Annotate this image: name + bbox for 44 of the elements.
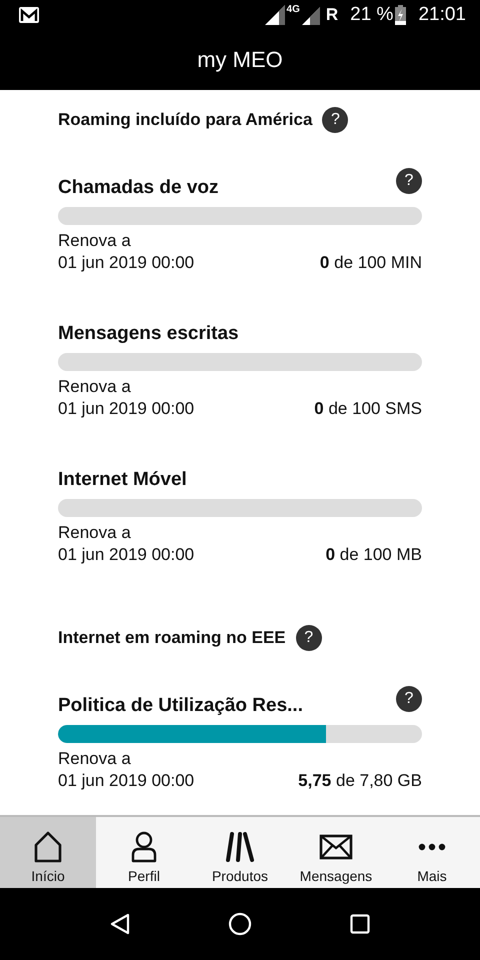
slanted-bars-icon (225, 832, 255, 862)
section-heading: Roaming incluído para América (58, 110, 312, 130)
nav-tab[interactable]: Início (0, 817, 96, 888)
help-button[interactable]: ? (296, 625, 322, 651)
renew-label: Renova a (58, 376, 132, 398)
plan-title: Politica de Utilização Res... (58, 695, 303, 717)
nav-tab[interactable]: Mensagens (288, 817, 384, 888)
app-title: my MEO (197, 47, 283, 73)
renew-date: 01 jun 2019 00:00 (58, 770, 194, 792)
nav-tab[interactable]: Perfil (96, 817, 192, 888)
renew-label: Renova a (58, 522, 132, 544)
help-button[interactable]: ? (396, 686, 422, 712)
renew-label: Renova a (58, 748, 132, 770)
mail-notification-icon (18, 6, 40, 24)
house-icon (34, 831, 62, 863)
person-icon (130, 831, 158, 863)
nav-tab[interactable]: Produtos (192, 817, 288, 888)
usage-amount: 0 de 100 MB (326, 544, 422, 566)
usage-amount: 5,75 de 7,80 GB (298, 770, 422, 792)
signal-icon (264, 5, 285, 25)
section-heading: Internet em roaming no EEE (58, 628, 286, 648)
battery-charging-icon (395, 5, 406, 25)
renew-label: Renova a (58, 230, 132, 252)
plan-title: Mensagens escritas (58, 323, 239, 345)
renew-date: 01 jun 2019 00:00 (58, 252, 194, 274)
envelope-icon (319, 834, 353, 860)
more-icon (418, 843, 446, 851)
signal-icon (302, 5, 320, 25)
usage-amount: 0 de 100 MIN (320, 252, 422, 274)
clock-time: 21:01 (418, 4, 466, 26)
plan-title: Chamadas de voz (58, 177, 218, 199)
battery-percent: 21 % (350, 4, 394, 26)
roaming-indicator: R (326, 5, 338, 25)
nav-tab[interactable]: Mais (384, 817, 480, 888)
help-button[interactable]: ? (396, 168, 422, 194)
renew-date: 01 jun 2019 00:00 (58, 544, 194, 566)
help-button[interactable]: ? (322, 107, 348, 133)
home-icon[interactable] (228, 912, 252, 936)
usage-amount: 0 de 100 SMS (314, 398, 422, 420)
recent-apps-icon[interactable] (350, 914, 370, 934)
back-icon[interactable] (110, 913, 130, 935)
network-type: 4G (286, 4, 300, 15)
plan-title: Internet Móvel (58, 469, 187, 491)
renew-date: 01 jun 2019 00:00 (58, 398, 194, 420)
